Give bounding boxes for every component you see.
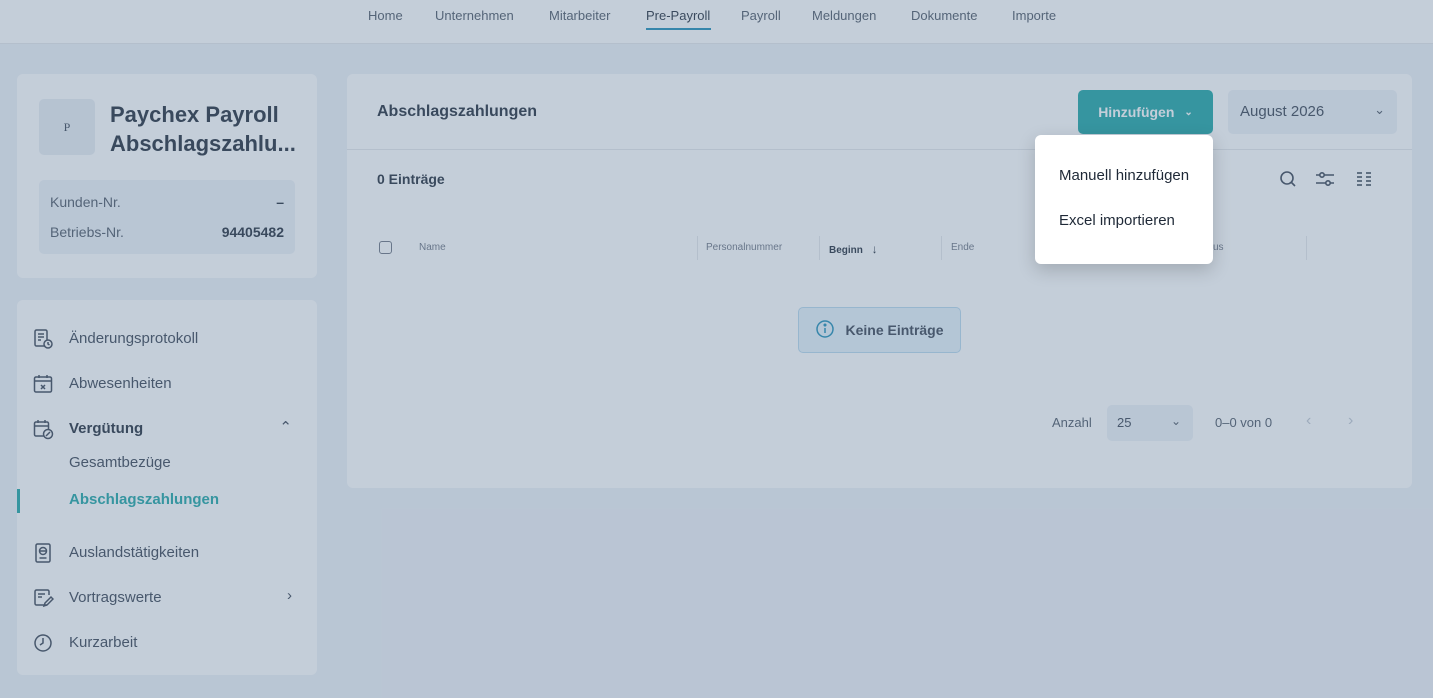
modal-backdrop[interactable] [0,0,1433,698]
add-dropdown-menu: Manuell hinzufügen Excel importieren [1035,135,1213,264]
menu-item-excel-import[interactable]: Excel importieren [1059,212,1175,229]
menu-item-add-manually[interactable]: Manuell hinzufügen [1059,167,1189,184]
